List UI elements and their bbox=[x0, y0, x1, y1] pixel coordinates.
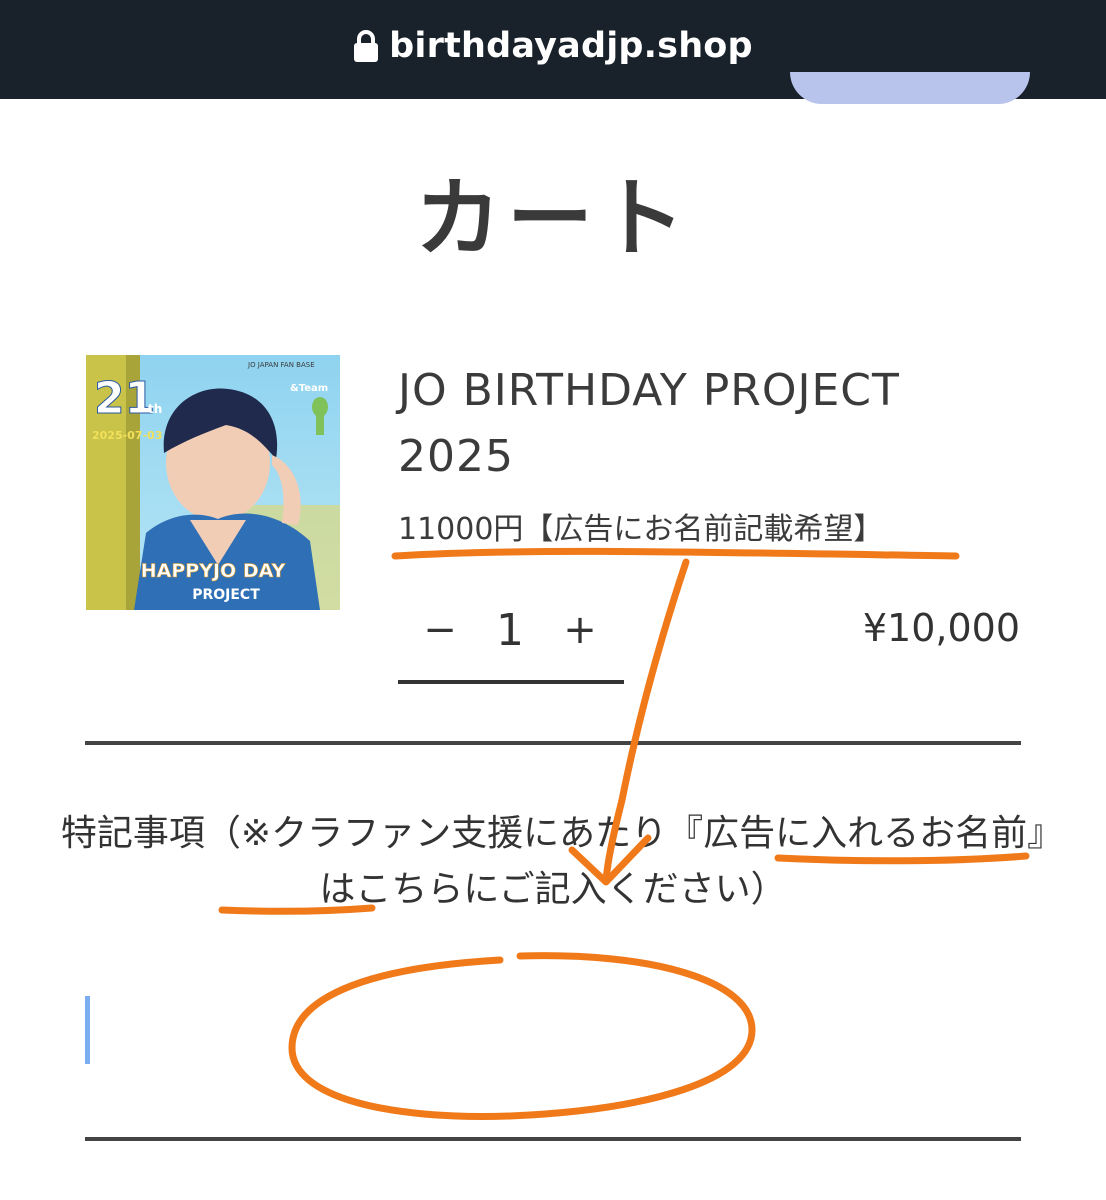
underline-variant bbox=[391, 547, 960, 560]
divider bbox=[85, 741, 1021, 745]
divider bbox=[85, 1137, 1021, 1141]
line-price: ¥10,000 bbox=[862, 606, 1020, 650]
lock-icon bbox=[353, 29, 379, 63]
quantity-underline bbox=[398, 680, 624, 684]
thumb-date: 2025-07-03 bbox=[92, 429, 162, 442]
thumb-suffix: th bbox=[148, 402, 162, 416]
thumb-subtitle: PROJECT bbox=[192, 587, 260, 603]
increase-quantity-button[interactable]: + bbox=[550, 600, 610, 660]
header-menu-button[interactable] bbox=[790, 72, 1030, 104]
url-text: birthdayadjp.shop bbox=[389, 25, 753, 66]
page-title: カート bbox=[415, 169, 691, 269]
product-thumbnail[interactable]: 21 th 2025-07-03 JO JAPAN FAN BASE &Team… bbox=[86, 355, 340, 610]
notes-label: 特記事項（※クラファン支援にあたり『広告に入れるお名前』はこちらにご記入ください… bbox=[60, 813, 1046, 910]
thumb-fanbase: JO JAPAN FAN BASE bbox=[247, 361, 315, 369]
decrease-quantity-button[interactable]: − bbox=[410, 600, 470, 660]
quantity-stepper[interactable]: − 1 + bbox=[398, 600, 624, 684]
url-display[interactable]: birthdayadjp.shop bbox=[353, 26, 753, 66]
product-name[interactable]: JO BIRTHDAY PROJECT 2025 bbox=[398, 358, 958, 490]
quantity-value[interactable]: 1 bbox=[480, 600, 540, 660]
thumb-number: 21 bbox=[94, 373, 155, 424]
notes-textarea[interactable] bbox=[85, 960, 1021, 1120]
product-variant: 11000円【広告にお名前記載希望】 bbox=[398, 512, 884, 547]
text-cursor bbox=[85, 996, 90, 1064]
thumb-brand: &Team bbox=[290, 383, 328, 394]
thumb-title: HAPPYJO DAY bbox=[141, 560, 286, 582]
